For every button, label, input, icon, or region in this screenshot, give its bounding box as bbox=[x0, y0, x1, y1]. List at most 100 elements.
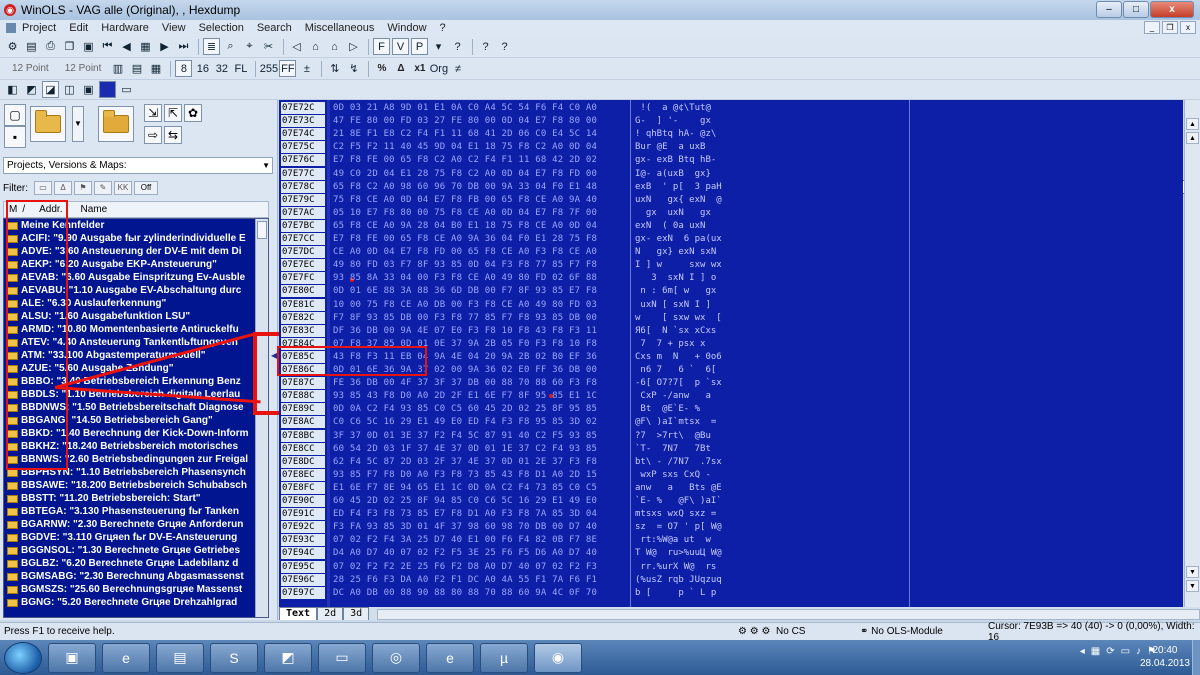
show-desktop-button[interactable] bbox=[1192, 640, 1200, 675]
filter-type-icon[interactable]: ▭ bbox=[34, 181, 52, 195]
menu-project[interactable]: Project bbox=[22, 22, 56, 34]
save-icon[interactable]: ▪ bbox=[4, 126, 26, 148]
taskbar-chrome-icon[interactable]: ◎ bbox=[372, 642, 420, 673]
hex-row[interactable]: 07E77C 49 C0 2D 04 E1 28 75 F8 C2 A0 0D 0… bbox=[279, 167, 1183, 180]
hex-bytes[interactable]: 47 FE 80 00 FD 03 27 FE 80 00 0D 04 E7 F… bbox=[333, 115, 597, 127]
child-restore-button[interactable]: ❐ bbox=[1162, 21, 1178, 34]
dropdown-icon[interactable]: ▾ bbox=[430, 38, 447, 55]
list-item[interactable]: BGLBZ: "6.20 Berechnete Grцяe Ladebilanz… bbox=[4, 557, 268, 570]
list-item[interactable]: BGNG: "5.20 Berechnete Grцяe Drehzahlgra… bbox=[4, 596, 268, 609]
flag-p-icon[interactable]: P bbox=[411, 38, 428, 55]
tab-text[interactable]: Text bbox=[279, 607, 318, 620]
factor-icon[interactable]: x1 bbox=[411, 60, 428, 77]
scroll-up-icon[interactable]: ▲ bbox=[1186, 132, 1199, 144]
hex-row[interactable]: 07E81C 10 00 75 F8 CE A0 DB 00 F3 F8 CE A… bbox=[279, 298, 1183, 311]
filter-off-button[interactable]: Off bbox=[134, 181, 158, 195]
hex-bytes[interactable]: 05 10 E7 F8 80 00 75 F8 CE A0 0D 04 E7 F… bbox=[333, 207, 597, 219]
hex-bytes[interactable]: 93 85 F7 F8 D0 A0 F3 F8 73 85 43 F8 D1 A… bbox=[333, 469, 597, 481]
table-icon[interactable]: ▦ bbox=[147, 60, 164, 77]
hex-bytes[interactable]: 62 F4 5C 87 2D 03 2F 37 4E 37 0D 01 2E 3… bbox=[333, 456, 597, 468]
hex-bytes[interactable]: 21 8E F1 E8 C2 F4 F1 11 68 41 2D 06 C0 E… bbox=[333, 128, 597, 140]
hex-ascii[interactable]: gx uxN gx bbox=[635, 207, 711, 219]
hex-bytes[interactable]: E7 F8 FE 00 65 F8 C2 A0 C2 F4 F1 11 68 4… bbox=[333, 154, 597, 166]
hex-row[interactable]: 07E78C 65 F8 C2 A0 98 60 96 70 DB 00 9A 3… bbox=[279, 180, 1183, 193]
first-map-icon[interactable]: ⏮ bbox=[99, 38, 116, 55]
close-button[interactable]: x bbox=[1150, 1, 1194, 18]
hex-bytes[interactable]: C0 C6 5C 16 29 E1 49 E0 ED F4 F3 F8 95 8… bbox=[333, 416, 597, 428]
view-mode-1-icon[interactable]: ◧ bbox=[4, 81, 21, 98]
16bit-icon[interactable]: 16 bbox=[194, 60, 211, 77]
context-help-icon[interactable]: ? bbox=[496, 38, 513, 55]
tray-network-icon[interactable]: ▦ bbox=[1091, 646, 1100, 657]
hex-row[interactable]: 07E7DC CE A0 0D 04 E7 F8 FD 00 65 F8 CE A… bbox=[279, 246, 1183, 259]
tray-sync-icon[interactable]: ⟳ bbox=[1106, 646, 1114, 657]
help-icon[interactable]: ? bbox=[449, 38, 466, 55]
hex-ascii[interactable]: n : 6m[ w gx bbox=[635, 285, 716, 297]
flag-f-icon[interactable]: F bbox=[373, 38, 390, 55]
home-icon[interactable]: ⌂ bbox=[307, 38, 324, 55]
hex-row[interactable]: 07E8EC 93 85 F7 F8 D0 A0 F3 F8 73 85 43 F… bbox=[279, 468, 1183, 481]
hex-ascii[interactable]: sz = O7 ' p[ W@ bbox=[635, 521, 722, 533]
8bit-icon[interactable]: 8 bbox=[175, 60, 193, 77]
tray-expand-icon[interactable]: ◂ bbox=[1080, 646, 1085, 657]
hex-row[interactable]: 07E91C ED F4 F3 F8 73 85 E7 F8 D1 A0 F3 F… bbox=[279, 508, 1183, 521]
menu-search[interactable]: Search bbox=[257, 22, 292, 34]
hex-ascii[interactable]: `T- 7N7 7Bt bbox=[635, 443, 711, 455]
column-header-name[interactable]: Name bbox=[62, 202, 107, 217]
text-view-icon[interactable]: ≣ bbox=[203, 38, 220, 55]
scroll-bottom-icon[interactable]: ▼ bbox=[1186, 580, 1199, 592]
tab-3d[interactable]: 3d bbox=[343, 607, 370, 620]
hex-bytes[interactable]: E1 6E F7 8E 94 65 E1 1C 0D 0A C2 F4 73 8… bbox=[333, 482, 597, 494]
hex-bytes[interactable]: C2 F5 F2 11 40 45 9D 04 E1 18 75 F8 C2 A… bbox=[333, 141, 597, 153]
hex-row[interactable]: 07E7CC E7 F8 FE 00 65 F8 CE A0 9A 36 04 F… bbox=[279, 233, 1183, 245]
minimize-button[interactable]: – bbox=[1096, 1, 1122, 18]
hex-row[interactable]: 07E75C C2 F5 F2 11 40 45 9D 04 E1 18 75 F… bbox=[279, 141, 1183, 154]
taskbar-folder-icon[interactable]: ▭ bbox=[318, 642, 366, 673]
columns-icon[interactable]: ▤ bbox=[128, 60, 145, 77]
maximize-button[interactable]: □ bbox=[1123, 1, 1149, 18]
hex-bytes[interactable]: 10 00 75 F8 CE A0 DB 00 F3 F8 CE A0 49 8… bbox=[333, 299, 597, 311]
view-mode-7-icon[interactable]: ▭ bbox=[118, 81, 135, 98]
send-icon[interactable]: ⇨ bbox=[144, 126, 162, 144]
hex-ascii[interactable]: n6 7 6 ` 6[ bbox=[635, 364, 716, 376]
font-size-select-a[interactable]: 12 Point bbox=[12, 63, 49, 74]
taskbar-utorrent-icon[interactable]: µ bbox=[480, 642, 528, 673]
hex-row[interactable]: 07E8CC 60 54 2D 03 1F 37 4E 37 0D 01 1E 3… bbox=[279, 442, 1183, 455]
map-list-icon[interactable]: ▦ bbox=[137, 38, 154, 55]
hex-bytes[interactable]: 07 02 F2 F4 3A 25 D7 40 E1 00 F6 F4 82 0… bbox=[333, 534, 597, 546]
list-scrollbar-thumb[interactable] bbox=[257, 221, 267, 239]
plugin-icon[interactable]: ✿ bbox=[184, 104, 202, 122]
hex-ascii[interactable]: (%usZ rqb JUqzuq bbox=[635, 574, 722, 586]
hex-ascii[interactable]: b [ p ` L p bbox=[635, 587, 716, 599]
lohi-icon[interactable]: ⇅ bbox=[326, 60, 343, 77]
previous-map-icon[interactable]: ◀ bbox=[118, 38, 135, 55]
hex-ascii[interactable]: ?7 >7rt\ @Bu bbox=[635, 430, 711, 442]
start-button[interactable] bbox=[4, 641, 42, 674]
hex-row[interactable]: 07E87C FE 36 DB 00 4F 37 3F 37 DB 00 88 7… bbox=[279, 377, 1183, 390]
filter-edit-icon[interactable]: ✎ bbox=[94, 181, 112, 195]
list-item[interactable]: BBTEGA: "3.130 Phasensteuerung fьr Tanke… bbox=[4, 505, 268, 518]
menu-selection[interactable]: Selection bbox=[199, 22, 244, 34]
print-preview-icon[interactable]: ▤ bbox=[23, 38, 40, 55]
hex-ascii[interactable]: !( a @¢\Tut@ bbox=[635, 102, 710, 114]
hex-bytes[interactable]: 0D 03 21 A8 9D 01 E1 0A C0 A4 5C 54 F6 F… bbox=[333, 102, 597, 114]
hex-row[interactable]: 07E90C 60 45 2D 02 25 8F 94 85 C0 C6 5C 1… bbox=[279, 495, 1183, 507]
original-icon[interactable]: Org bbox=[430, 60, 448, 77]
hex-ascii[interactable]: rr.%urX W@ rs bbox=[635, 561, 716, 573]
delta-icon[interactable]: Δ bbox=[392, 60, 409, 77]
hex-row[interactable]: 07E8BC 3F 37 0D 01 3E 37 F2 F4 5C 87 91 4… bbox=[279, 429, 1183, 442]
hex-ascii[interactable]: `E- % @F\ )aI` bbox=[635, 495, 722, 507]
flag-v-icon[interactable]: V bbox=[392, 38, 409, 55]
hex-row[interactable]: 07E82C F7 8F 93 85 DB 00 F3 F8 77 85 F7 F… bbox=[279, 311, 1183, 324]
hex-bytes[interactable]: 0D 01 6E 88 3A 88 36 6D DB 00 F7 8F 93 8… bbox=[333, 285, 597, 297]
hex-ascii[interactable]: Cxs m N + 0o6 bbox=[635, 351, 722, 363]
hex-row[interactable]: 07E72C 0D 03 21 A8 9D 01 E1 0A C0 A4 5C 5… bbox=[279, 102, 1183, 114]
hex-ascii[interactable]: Я6[ N `sx xCxs bbox=[635, 325, 716, 337]
hex-ascii[interactable]: exB ' p[ 3 paH bbox=[635, 181, 722, 193]
tab-2d[interactable]: 2d bbox=[317, 607, 344, 620]
winols-app-icon[interactable]: ◉ bbox=[4, 4, 16, 16]
hex-bytes[interactable]: 07 02 F2 F2 2E 25 F6 F2 D8 A0 D7 40 07 0… bbox=[333, 561, 597, 573]
back-icon[interactable]: ◁ bbox=[288, 38, 305, 55]
last-map-icon[interactable]: ⏭ bbox=[175, 38, 192, 55]
hex-bytes[interactable]: 65 F8 C2 A0 98 60 96 70 DB 00 9A 33 04 F… bbox=[333, 181, 597, 193]
